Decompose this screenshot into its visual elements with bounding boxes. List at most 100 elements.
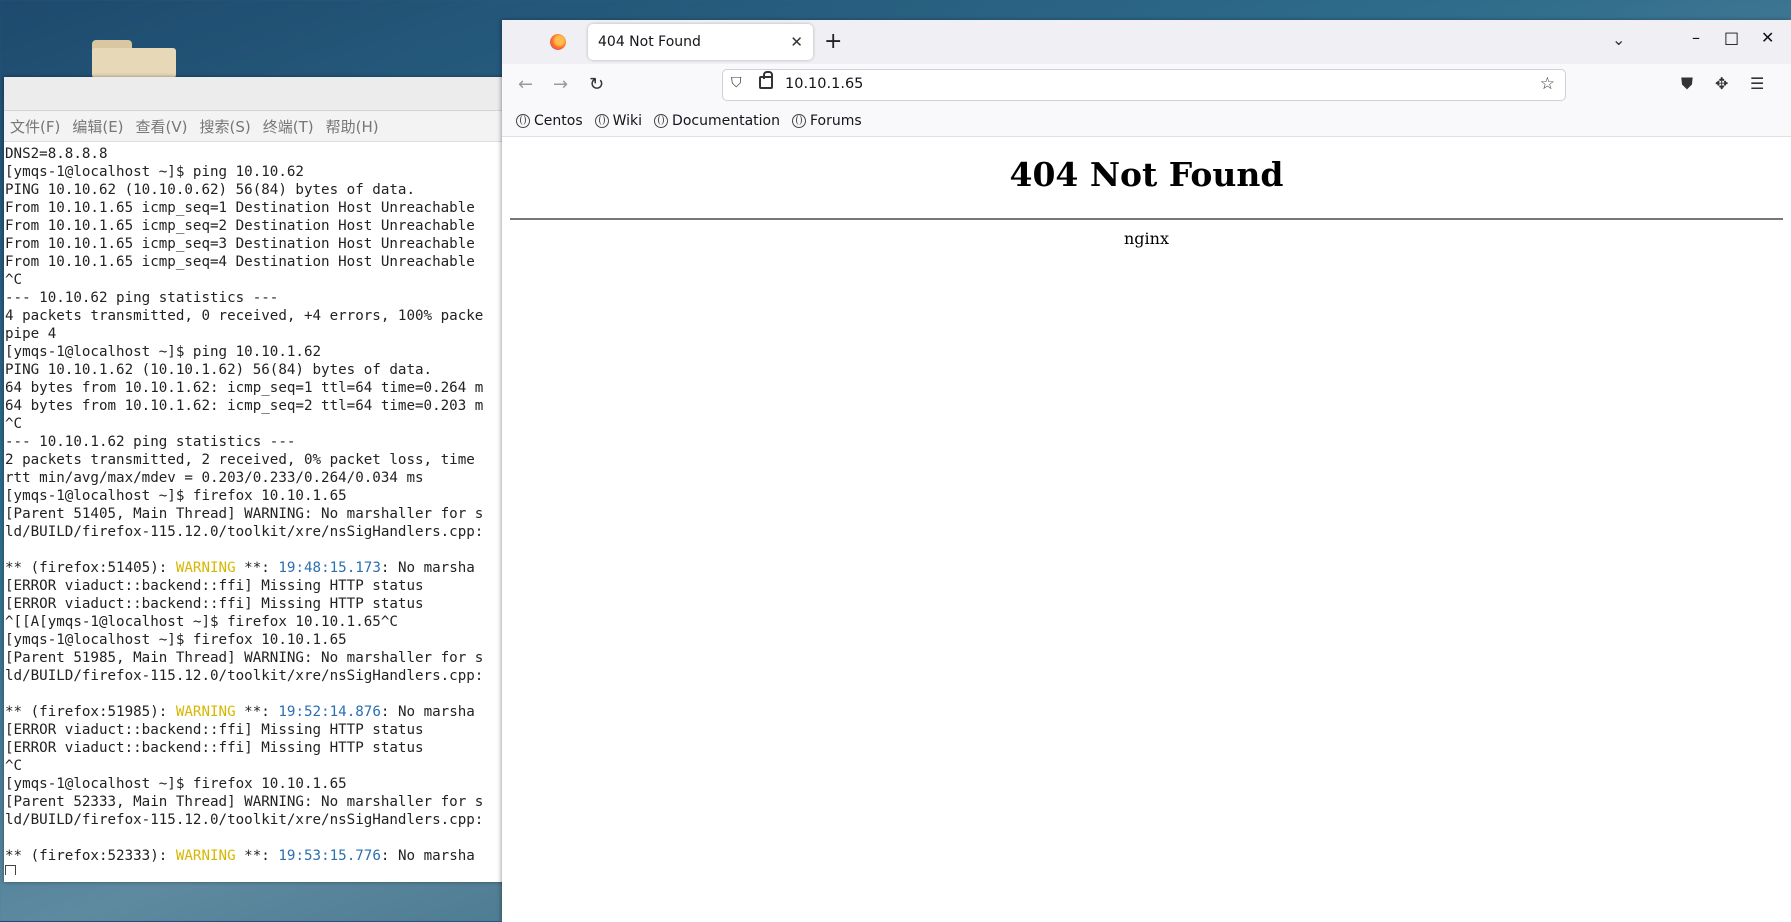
terminal-prompt-line[interactable] (5, 865, 504, 875)
terminal-text: From 10.10.1.65 icmp_seq=2 Destination H… (5, 218, 475, 234)
navigation-toolbar: ← → ↻ ⛉ 10.10.1.65 ☆ ⛊ ✥ ☰ (502, 64, 1791, 106)
terminal-line: 64 bytes from 10.10.1.62: icmp_seq=2 ttl… (5, 397, 504, 415)
terminal-line: From 10.10.1.65 icmp_seq=2 Destination H… (5, 217, 504, 235)
terminal-text: [ERROR viaduct::backend::ffi] Missing HT… (5, 578, 424, 594)
terminal-text: 4 packets transmitted, 0 received, +4 er… (5, 308, 484, 324)
terminal-text: [ymqs-1@localhost ~]$ ping 10.10.1.62 (5, 344, 322, 360)
terminal-line: [Parent 52333, Main Thread] WARNING: No … (5, 793, 504, 811)
forward-button[interactable]: → (553, 74, 568, 95)
terminal-line: [ymqs-1@localhost ~]$ firefox 10.10.1.65 (5, 631, 504, 649)
minimize-button[interactable]: – (1692, 28, 1700, 47)
terminal-text: [ymqs-1@localhost ~]$ firefox 10.10.1.65 (5, 632, 347, 648)
terminal-text: 19:53:15.776 (278, 848, 381, 864)
terminal-text: ld/BUILD/firefox-115.12.0/toolkit/xre/ns… (5, 812, 484, 828)
terminal-line: ld/BUILD/firefox-115.12.0/toolkit/xre/ns… (5, 811, 504, 829)
desktop-folder-icon[interactable] (92, 40, 176, 78)
terminal-text: ^C (5, 416, 23, 432)
terminal-line: PING 10.10.62 (10.10.0.62) 56(84) bytes … (5, 181, 504, 199)
page-content[interactable]: 404 Not Found nginx (502, 137, 1791, 922)
terminal-text: From 10.10.1.65 icmp_seq=1 Destination H… (5, 200, 475, 216)
terminal-text: DNS2=8.8.8.8 (5, 146, 108, 162)
terminal-titlebar[interactable] (4, 77, 504, 111)
terminal-text: ^C (5, 272, 23, 288)
tracking-protection-shield-icon[interactable]: ⛉ (731, 75, 742, 91)
close-window-button[interactable]: ✕ (1761, 28, 1774, 47)
terminal-text: pipe 4 (5, 326, 57, 342)
terminal-line: [ERROR viaduct::backend::ffi] Missing HT… (5, 721, 504, 739)
back-button[interactable]: ← (518, 74, 533, 95)
terminal-line: [Parent 51985, Main Thread] WARNING: No … (5, 649, 504, 667)
terminal-line: [ymqs-1@localhost ~]$ ping 10.10.1.62 (5, 343, 504, 361)
terminal-window[interactable]: 文件(F) 编辑(E) 查看(V) 搜索(S) 终端(T) 帮助(H) DNS2… (4, 77, 504, 882)
pocket-icon[interactable]: ⛊ (1681, 74, 1693, 94)
bookmark-star-icon[interactable]: ☆ (1540, 74, 1555, 94)
terminal-text: From 10.10.1.65 icmp_seq=4 Destination H… (5, 254, 475, 270)
terminal-line: [ymqs-1@localhost ~]$ ping 10.10.62 (5, 163, 504, 181)
bookmark-label: Wiki (612, 113, 643, 129)
terminal-line: ^C (5, 415, 504, 433)
tab-404-not-found[interactable]: 404 Not Found ✕ (588, 24, 813, 60)
terminal-text: 19:48:15.173 (278, 560, 381, 576)
terminal-text: ^[[A[ymqs-1@localhost ~]$ firefox 10.10.… (5, 614, 398, 630)
terminal-text: WARNING (175, 848, 236, 864)
menu-view[interactable]: 查看(V) (136, 116, 188, 137)
url-text[interactable]: 10.10.1.65 (785, 76, 863, 92)
terminal-text: ** (firefox:51405): (5, 560, 176, 576)
maximize-button[interactable]: □ (1724, 28, 1739, 47)
terminal-text: --- 10.10.1.62 ping statistics --- (5, 434, 296, 450)
terminal-text: [ymqs-1@localhost ~]$ firefox 10.10.1.65 (5, 776, 347, 792)
terminal-line: ^[[A[ymqs-1@localhost ~]$ firefox 10.10.… (5, 613, 504, 631)
insecure-lock-icon[interactable] (759, 71, 773, 89)
bookmark-centos[interactable]: Centos (516, 113, 583, 129)
terminal-line: pipe 4 (5, 325, 504, 343)
list-all-tabs-icon[interactable]: ⌄ (1612, 30, 1625, 49)
terminal-line: From 10.10.1.65 icmp_seq=4 Destination H… (5, 253, 504, 271)
terminal-line: 64 bytes from 10.10.1.62: icmp_seq=1 ttl… (5, 379, 504, 397)
bookmarks-toolbar: Centos Wiki Documentation Forums (502, 106, 1791, 137)
terminal-line: --- 10.10.62 ping statistics --- (5, 289, 504, 307)
terminal-line: rtt min/avg/max/mdev = 0.203/0.233/0.264… (5, 469, 504, 487)
terminal-line: ^C (5, 271, 504, 289)
bookmark-label: Forums (809, 113, 862, 129)
menu-search[interactable]: 搜索(S) (200, 116, 251, 137)
terminal-line: ** (firefox:51405): WARNING **: 19:48:15… (5, 559, 504, 577)
terminal-text: ** (firefox:51985): (5, 704, 176, 720)
terminal-text: [Parent 51405, Main Thread] WARNING: No … (5, 506, 484, 522)
terminal-text: From 10.10.1.65 icmp_seq=3 Destination H… (5, 236, 475, 252)
terminal-text: rtt min/avg/max/mdev = 0.203/0.233/0.264… (5, 470, 424, 486)
bookmark-forums[interactable]: Forums (791, 113, 862, 129)
extensions-icon[interactable]: ✥ (1715, 74, 1728, 93)
globe-icon (654, 114, 669, 128)
terminal-line: From 10.10.1.65 icmp_seq=3 Destination H… (5, 235, 504, 253)
terminal-text: ** (firefox:52333): (5, 848, 176, 864)
url-bar[interactable]: ⛉ 10.10.1.65 ☆ (722, 69, 1566, 101)
menu-help[interactable]: 帮助(H) (326, 116, 379, 137)
menu-file[interactable]: 文件(F) (10, 116, 60, 137)
menu-terminal[interactable]: 终端(T) (263, 116, 314, 137)
folder-body-shape (92, 48, 176, 78)
menu-hamburger-icon[interactable]: ☰ (1750, 74, 1764, 93)
menu-edit[interactable]: 编辑(E) (72, 116, 123, 137)
tab-close-icon[interactable]: ✕ (790, 33, 803, 51)
terminal-menubar: 文件(F) 编辑(E) 查看(V) 搜索(S) 终端(T) 帮助(H) (4, 111, 504, 142)
bookmark-wiki[interactable]: Wiki (594, 113, 643, 129)
new-tab-button[interactable]: + (824, 29, 842, 54)
terminal-line: 2 packets transmitted, 2 received, 0% pa… (5, 451, 504, 469)
firefox-window[interactable]: 404 Not Found ✕ + ⌄ – □ ✕ ← → ↻ ⛉ 10.10.… (502, 20, 1791, 922)
terminal-output[interactable]: DNS2=8.8.8.8 [ymqs-1@localhost ~]$ ping 1… (4, 142, 504, 875)
terminal-text: : No marsha (380, 704, 475, 720)
firefox-logo-icon[interactable] (550, 34, 566, 50)
terminal-text: [ERROR viaduct::backend::ffi] Missing HT… (5, 722, 424, 738)
terminal-text: [ymqs-1@localhost ~]$ firefox 10.10.1.65 (5, 488, 347, 504)
bookmark-documentation[interactable]: Documentation (654, 113, 780, 129)
reload-button[interactable]: ↻ (589, 74, 604, 95)
terminal-text: ld/BUILD/firefox-115.12.0/toolkit/xre/ns… (5, 524, 484, 540)
terminal-text: WARNING (175, 560, 236, 576)
terminal-line: PING 10.10.1.62 (10.10.1.62) 56(84) byte… (5, 361, 504, 379)
terminal-text: : No marsha (380, 848, 475, 864)
terminal-text: WARNING (175, 704, 236, 720)
server-name: nginx (1124, 229, 1169, 248)
terminal-text: ^C (5, 758, 23, 774)
